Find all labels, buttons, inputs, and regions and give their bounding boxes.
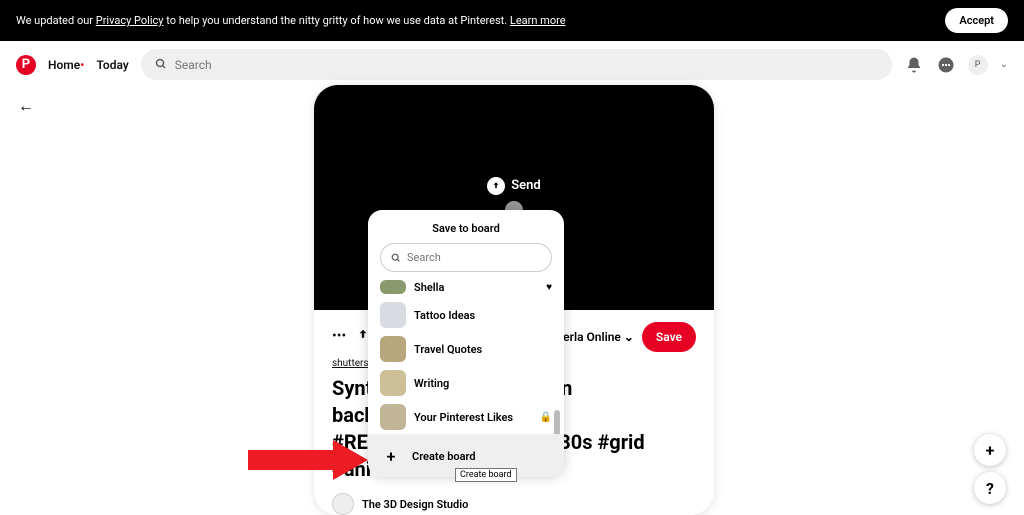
scrollbar[interactable] [554,410,560,434]
annotation-arrow [248,440,368,480]
learn-more-link[interactable]: Learn more [510,14,566,27]
plus-icon: + [380,445,402,467]
board-thumb [380,404,406,430]
banner-text: We updated our Privacy Policy to help yo… [16,14,566,27]
chevron-down-icon: ⌄ [624,330,634,344]
board-item[interactable]: Shella♥ [368,280,564,298]
search-icon [391,248,401,267]
banner-mid: to help you understand the nitty gritty … [163,14,509,27]
board-search-box[interactable] [380,243,552,272]
creator-name: The 3D Design Studio [362,498,468,511]
banner-prefix: We updated our [16,14,96,27]
save-to-board-popover: Save to board Shella♥ Tattoo Ideas Trave… [368,210,564,477]
board-thumb [380,280,406,294]
board-selector[interactable]: Perla Online ⌄ [556,330,634,344]
search-icon [155,55,167,74]
send-icon [487,177,505,195]
popover-title: Save to board [368,210,564,243]
help-fab[interactable]: ? [974,472,1006,504]
heart-icon: ♥ [546,282,552,293]
board-list: Shella♥ Tattoo Ideas Travel Quotes Writi… [368,280,564,434]
nav-home[interactable]: Home• [48,58,84,72]
privacy-banner: We updated our Privacy Policy to help yo… [0,0,1024,41]
chat-icon[interactable] [936,55,956,75]
search-bar[interactable] [141,49,892,80]
top-nav: P Home• Today P ⌄ [0,41,1024,88]
board-thumb [380,370,406,396]
creator-row[interactable]: The 3D Design Studio [314,483,714,515]
lock-icon: 🔒 [540,412,552,423]
privacy-policy-link[interactable]: Privacy Policy [96,14,164,27]
chevron-down-icon[interactable]: ⌄ [1000,59,1008,70]
board-search-input[interactable] [407,251,547,264]
save-button[interactable]: Save [642,322,696,352]
creator-avatar [332,493,354,515]
board-thumb [380,336,406,362]
pinterest-logo[interactable]: P [16,55,36,75]
action-right: Perla Online ⌄ Save [556,322,696,352]
accept-button[interactable]: Accept [945,8,1008,33]
add-fab[interactable]: + [974,434,1006,466]
board-thumb [380,302,406,328]
board-item[interactable]: Travel Quotes [368,332,564,366]
back-button[interactable]: ← [18,96,34,116]
nav-today[interactable]: Today [96,58,128,72]
profile-avatar[interactable]: P [968,55,988,75]
notification-dot: • [80,58,84,72]
board-item[interactable]: Writing [368,366,564,400]
search-input[interactable] [175,58,878,72]
create-board-tooltip: Create board [455,468,517,482]
action-left: ••• [332,328,370,346]
more-icon[interactable]: ••• [332,328,346,346]
bell-icon[interactable] [904,55,924,75]
send-row[interactable]: Send [487,177,541,195]
board-item[interactable]: Your Pinterest Likes🔒 [368,400,564,434]
board-item[interactable]: Tattoo Ideas [368,298,564,332]
